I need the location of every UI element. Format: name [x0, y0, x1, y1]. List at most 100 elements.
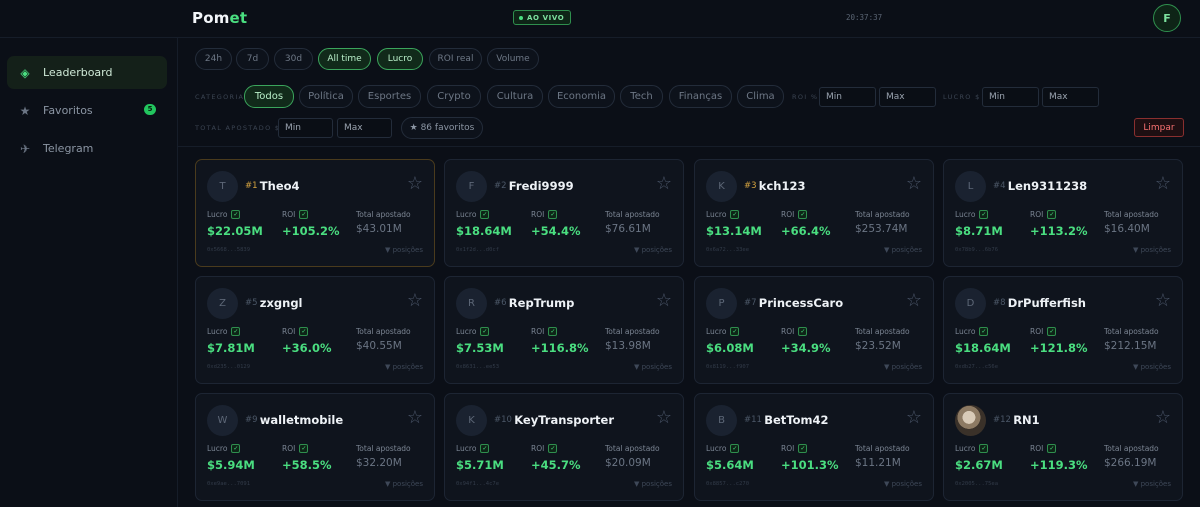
trader-card[interactable]: F #2 Fredi9999 ☆ Lucro ✓ ROI ✓ Total apostado $18… — [444, 159, 684, 267]
trader-avatar: K — [706, 171, 737, 202]
clock-time: 20:37:37 — [846, 13, 883, 22]
favorite-star-icon[interactable]: ☆ — [906, 407, 922, 428]
favorite-star-icon[interactable]: ☆ — [656, 407, 672, 428]
profit-label: Lucro ✓ — [706, 327, 740, 336]
category-financas-chip[interactable]: Finanças — [669, 85, 732, 108]
trader-name[interactable]: KeyTransporter — [514, 413, 614, 427]
period-24h-chip[interactable]: 24h — [195, 48, 232, 70]
category-label: CATEGORIA — [195, 93, 245, 101]
period-7d-chip[interactable]: 7d — [236, 48, 269, 70]
total-label: Total apostado — [356, 210, 411, 219]
trader-name[interactable]: RepTrump — [509, 296, 575, 310]
total-value: $40.55M — [356, 340, 402, 352]
clear-filters-button[interactable]: Limpar — [1134, 118, 1184, 137]
roi-max-input[interactable]: Max — [879, 87, 936, 107]
roi-check-icon: ✓ — [548, 210, 558, 219]
positions-toggle[interactable]: ▼ posições — [1133, 363, 1171, 371]
positions-toggle[interactable]: ▼ posições — [385, 480, 423, 488]
logo-accent-text: et — [229, 9, 248, 27]
trader-card[interactable]: D #8 DrPufferfish ☆ Lucro ✓ ROI ✓ Total apostado… — [943, 276, 1183, 384]
positions-toggle[interactable]: ▼ posições — [385, 363, 423, 371]
metric-lucro-chip[interactable]: Lucro — [377, 48, 423, 70]
trader-card[interactable]: Z #5 zxgngl ☆ Lucro ✓ ROI ✓ Total apostado $7.81M… — [195, 276, 435, 384]
category-crypto-chip[interactable]: Crypto — [427, 85, 481, 108]
profit-check-icon: ✓ — [231, 327, 241, 336]
positions-toggle[interactable]: ▼ posições — [634, 363, 672, 371]
filters-divider — [178, 146, 1200, 147]
trader-name[interactable]: zxgngl — [260, 296, 303, 310]
lucro-min-input[interactable]: Min — [982, 87, 1039, 107]
trader-card[interactable]: W #9 walletmobile ☆ Lucro ✓ ROI ✓ Total apostado… — [195, 393, 435, 501]
sidebar-item-leaderboard[interactable]: ◈ Leaderboard — [7, 56, 167, 89]
favorites-filter-chip[interactable]: ★ 86 favoritos — [401, 117, 483, 139]
total-max-input[interactable]: Max — [337, 118, 392, 138]
category-economia-chip[interactable]: Economia — [548, 85, 615, 108]
favorite-star-icon[interactable]: ☆ — [1155, 407, 1171, 428]
trader-card[interactable]: R #6 RepTrump ☆ Lucro ✓ ROI ✓ Total apostado $7.5… — [444, 276, 684, 384]
trader-name[interactable]: PrincessCaro — [759, 296, 843, 310]
lucro-max-input[interactable]: Max — [1042, 87, 1099, 107]
positions-toggle[interactable]: ▼ posições — [884, 246, 922, 254]
total-min-input[interactable]: Min — [278, 118, 333, 138]
metric-volume-chip[interactable]: Volume — [487, 48, 539, 70]
profit-check-icon: ✓ — [979, 210, 989, 219]
lucro-filter-label: LUCRO $ — [943, 93, 981, 101]
trader-rank: #8 — [993, 298, 1006, 308]
trader-card[interactable]: K #10 KeyTransporter ☆ Lucro ✓ ROI ✓ Total apost… — [444, 393, 684, 501]
favorite-star-icon[interactable]: ☆ — [906, 290, 922, 311]
category-cultura-chip[interactable]: Cultura — [487, 85, 543, 108]
user-avatar[interactable]: F — [1153, 4, 1181, 32]
trader-name[interactable]: Theo4 — [260, 179, 300, 193]
favorite-star-icon[interactable]: ☆ — [407, 407, 423, 428]
positions-toggle[interactable]: ▼ posições — [1133, 480, 1171, 488]
trader-card[interactable]: P #7 PrincessCaro ☆ Lucro ✓ ROI ✓ Total apostado… — [694, 276, 934, 384]
profit-value: $22.05M — [207, 224, 263, 238]
trader-name[interactable]: walletmobile — [260, 413, 343, 427]
roi-min-input[interactable]: Min — [819, 87, 876, 107]
favorite-star-icon[interactable]: ☆ — [656, 173, 672, 194]
category-esportes-chip[interactable]: Esportes — [358, 85, 421, 108]
favorite-star-icon[interactable]: ☆ — [407, 173, 423, 194]
category-politica-chip[interactable]: Política — [299, 85, 353, 108]
category-tech-chip[interactable]: Tech — [620, 85, 663, 108]
trader-name[interactable]: kch123 — [759, 179, 806, 193]
favorite-star-icon[interactable]: ☆ — [1155, 173, 1171, 194]
period-30d-chip[interactable]: 30d — [274, 48, 313, 70]
favorite-star-icon[interactable]: ☆ — [906, 173, 922, 194]
positions-toggle[interactable]: ▼ posições — [1133, 246, 1171, 254]
positions-toggle[interactable]: ▼ posições — [385, 246, 423, 254]
period-all-time-chip[interactable]: All time — [318, 48, 371, 70]
trader-rank: #12 — [993, 415, 1011, 425]
favorite-star-icon[interactable]: ☆ — [656, 290, 672, 311]
sidebar-item-telegram[interactable]: ✈ Telegram — [7, 132, 167, 165]
profit-label: Lucro ✓ — [207, 327, 241, 336]
trader-avatar: D — [955, 288, 986, 319]
trader-name[interactable]: RN1 — [1013, 413, 1039, 427]
trader-card[interactable]: B #11 BetTom42 ☆ Lucro ✓ ROI ✓ Total apostado $5.… — [694, 393, 934, 501]
trader-card[interactable]: K #3 kch123 ☆ Lucro ✓ ROI ✓ Total apostado $13.14… — [694, 159, 934, 267]
roi-check-icon: ✓ — [299, 327, 309, 336]
category-clima-chip[interactable]: Clima — [737, 85, 784, 108]
positions-toggle[interactable]: ▼ posições — [634, 246, 672, 254]
trader-card[interactable]: L #4 Len9311238 ☆ Lucro ✓ ROI ✓ Total apostado $8… — [943, 159, 1183, 267]
profit-check-icon: ✓ — [730, 210, 740, 219]
trader-rank: #4 — [993, 181, 1006, 191]
trader-card[interactable]: T #1 Theo4 ☆ Lucro ✓ ROI ✓ Total apostado $22.05M… — [195, 159, 435, 267]
trader-name[interactable]: DrPufferfish — [1008, 296, 1086, 310]
positions-toggle[interactable]: ▼ posições — [884, 480, 922, 488]
favorite-star-icon[interactable]: ☆ — [407, 290, 423, 311]
sidebar-item-favoritos[interactable]: ★ Favoritos 5 — [7, 94, 167, 127]
category-todos-chip[interactable]: Todos — [244, 85, 294, 108]
trader-name[interactable]: Len9311238 — [1008, 179, 1087, 193]
favorite-star-icon[interactable]: ☆ — [1155, 290, 1171, 311]
positions-toggle[interactable]: ▼ posições — [884, 363, 922, 371]
trader-name[interactable]: Fredi9999 — [509, 179, 574, 193]
total-value: $76.61M — [605, 223, 651, 235]
app-logo[interactable]: Pomet — [192, 9, 247, 27]
trader-card[interactable]: #12 RN1 ☆ Lucro ✓ ROI ✓ Total apostado $2.67M +11… — [943, 393, 1183, 501]
roi-value: +116.8% — [531, 341, 589, 355]
trader-name[interactable]: BetTom42 — [764, 413, 828, 427]
roi-label: ROI ✓ — [781, 444, 808, 453]
positions-toggle[interactable]: ▼ posições — [634, 480, 672, 488]
metric-roi-real-chip[interactable]: ROI real — [429, 48, 482, 70]
